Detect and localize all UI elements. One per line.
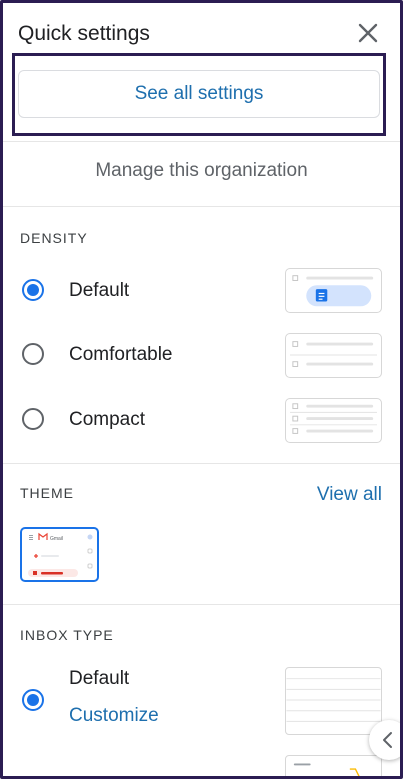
theme-section-label: THEME — [20, 485, 74, 501]
density-compact-label: Compact — [69, 409, 146, 430]
inbox-default-radio[interactable] — [22, 689, 44, 711]
theme-default-thumbnail[interactable]: Gmail — [20, 527, 99, 582]
inbox-next-preview — [285, 755, 382, 779]
theme-view-all-link[interactable]: View all — [317, 484, 382, 506]
divider — [3, 141, 400, 142]
see-all-settings-button[interactable]: See all settings — [18, 70, 380, 118]
inbox-customize-link[interactable]: Customize — [69, 705, 159, 727]
density-comfortable-radio[interactable] — [22, 343, 44, 365]
density-section-label: DENSITY — [20, 230, 88, 246]
density-comfortable-label: Comfortable — [69, 344, 173, 365]
density-comfortable-preview — [285, 333, 382, 378]
divider — [3, 463, 400, 464]
close-icon[interactable] — [357, 22, 379, 44]
density-compact-preview — [285, 398, 382, 443]
inbox-type-section-label: INBOX TYPE — [20, 627, 114, 643]
theme-thumb-text: Gmail — [50, 536, 63, 542]
inbox-default-label: Default — [69, 668, 130, 689]
page-title: Quick settings — [18, 22, 150, 45]
chevron-left-icon — [383, 732, 392, 748]
density-compact-radio[interactable] — [22, 408, 44, 430]
collapse-panel-button[interactable] — [369, 720, 403, 760]
manage-organization-link[interactable]: Manage this organization — [0, 160, 403, 182]
divider — [3, 206, 400, 207]
density-default-radio[interactable] — [22, 279, 44, 301]
inbox-default-preview — [285, 667, 382, 735]
quick-settings-header: Quick settings — [0, 0, 403, 60]
density-default-label: Default — [69, 280, 130, 301]
theme-preview-graphic: Gmail — [28, 532, 93, 577]
density-default-preview — [285, 268, 382, 313]
divider — [3, 604, 400, 605]
